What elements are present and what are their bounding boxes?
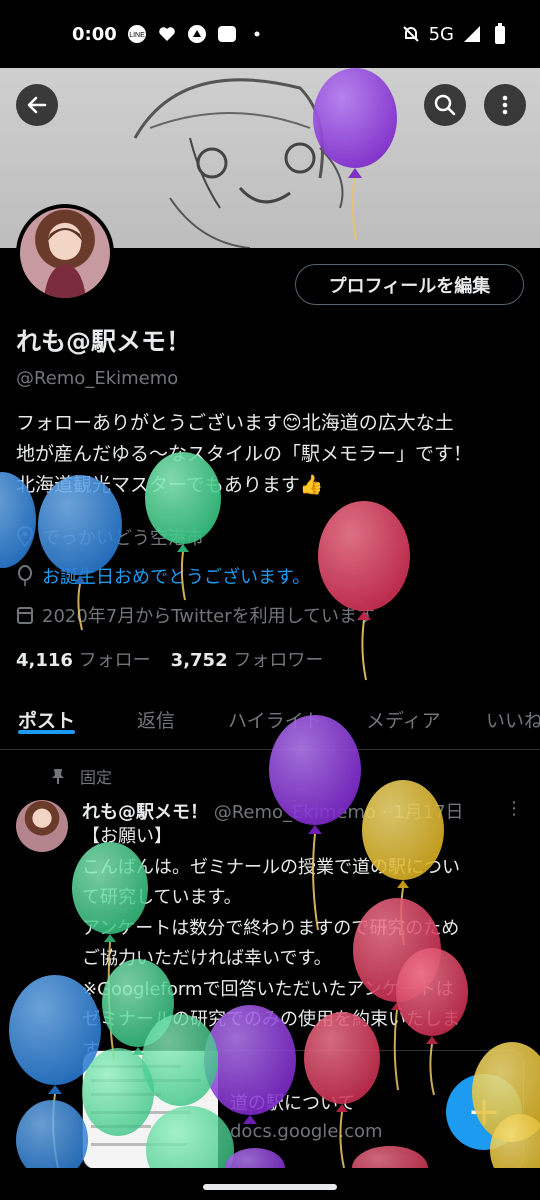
heart-icon <box>157 24 177 44</box>
post-author-avatar[interactable] <box>16 800 68 852</box>
post-line: 【お願い】 <box>82 826 172 847</box>
more-button[interactable] <box>484 84 526 126</box>
avatar-image <box>20 208 110 298</box>
compose-button[interactable]: + <box>446 1074 522 1150</box>
app-icon <box>187 24 207 44</box>
pin-icon <box>52 769 64 784</box>
search-icon <box>434 94 456 116</box>
followers-link[interactable]: 3,752 フォロワー <box>171 646 324 672</box>
balloon-icon <box>18 565 32 586</box>
dot-icon <box>247 24 267 44</box>
bio-line: 地が産んだゆる〜なスタイルの「駅メモラー」です！ <box>16 443 473 465</box>
following-count: 4,116 <box>16 650 73 671</box>
profile-tabs: ポスト 返信 ハイライト メディア いいね <box>0 690 540 750</box>
profile-avatar[interactable] <box>16 204 114 302</box>
back-arrow-icon <box>27 96 47 114</box>
balloon <box>318 501 410 681</box>
mute-icon <box>401 24 421 44</box>
followers-label: フォロワー <box>233 650 324 671</box>
battery-icon <box>490 23 510 44</box>
line-manga-icon <box>217 24 237 44</box>
link-card-domain: docs.google.com <box>230 1121 383 1142</box>
following-link[interactable]: 4,116 フォロー <box>16 646 151 672</box>
location-text: でっかいどう空港市 <box>42 528 204 549</box>
following-label: フォロー <box>78 650 151 671</box>
profile-birthday: お誕生日おめでとうございます。 <box>16 563 310 589</box>
line-icon: LINE <box>127 24 147 44</box>
bio-line: 北海道観光マスターでもあります👍 <box>16 474 324 496</box>
profile-bio: フォローありがとうございます😊北海道の広大な土 地が産んだゆる〜なスタイルの「駅… <box>16 408 526 501</box>
follow-counts: 4,116 フォロー 3,752 フォロワー <box>16 646 323 672</box>
tab-highlights[interactable]: ハイライト <box>228 690 323 733</box>
post-more-button[interactable]: ⋮ <box>505 798 523 819</box>
pinned-indicator: 固定 <box>50 764 112 788</box>
svg-text:LINE: LINE <box>129 32 145 39</box>
post-header: れも@駅メモ！ @Remo_Ekimemo · 1月17日 <box>82 798 464 824</box>
joined-text: 2020年7月からTwitterを利用しています <box>42 606 376 627</box>
profile-name: れも@駅メモ！ <box>16 327 192 356</box>
bio-line: フォローありがとうございます😊北海道の広大な土 <box>16 412 454 434</box>
post-line: て研究しています。 <box>82 887 242 908</box>
status-time: 0:00 <box>72 23 117 45</box>
link-card-thumbnail <box>83 1051 218 1169</box>
pinned-label: 固定 <box>80 768 113 787</box>
post-author-name[interactable]: れも@駅メモ！ <box>82 802 208 823</box>
status-bar: 0:00 LINE 5G <box>0 0 540 68</box>
post-line: こんばんは。ゼミナールの授業で道の駅につい <box>82 856 460 878</box>
tab-likes[interactable]: いいね <box>486 690 540 733</box>
post-line: ※Googleformで回答いただいたアンケートは <box>82 978 454 1000</box>
post-line: ゼミナールの研究でのみの使用を約束いたしま <box>82 1009 460 1030</box>
post-author-handle: @Remo_Ekimemo <box>213 802 377 823</box>
post-line: ご協力いただければ幸いです。 <box>82 948 332 969</box>
signal-icon <box>462 24 482 44</box>
followers-count: 3,752 <box>170 650 228 671</box>
home-gesture-pill[interactable] <box>203 1184 337 1190</box>
calendar-icon <box>17 607 33 624</box>
back-button[interactable] <box>16 84 58 126</box>
birthday-text[interactable]: お誕生日おめでとうございます。 <box>42 563 310 589</box>
location-pin-icon <box>16 526 34 548</box>
tab-replies[interactable]: 返信 <box>137 690 175 733</box>
search-button[interactable] <box>424 84 466 126</box>
profile-joined: 2020年7月からTwitterを利用しています <box>16 602 375 628</box>
profile-location: でっかいどう空港市 <box>16 524 204 550</box>
tab-posts[interactable]: ポスト <box>18 690 76 734</box>
post-date: · 1月17日 <box>381 802 464 823</box>
profile-handle: @Remo_Ekimemo <box>16 368 179 389</box>
post-text: 【お願い】 こんばんは。ゼミナールの授業で道の駅につい て研究しています。 アン… <box>82 822 527 1066</box>
edit-profile-button[interactable]: プロフィールを編集 <box>295 264 524 305</box>
more-vertical-icon <box>502 95 508 115</box>
link-card-title: 道の駅について <box>230 1093 356 1114</box>
network-label: 5G <box>428 23 454 45</box>
post-line: アンケートは数分で終わりますので研究のため <box>82 917 460 939</box>
tab-media[interactable]: メディア <box>366 690 441 733</box>
